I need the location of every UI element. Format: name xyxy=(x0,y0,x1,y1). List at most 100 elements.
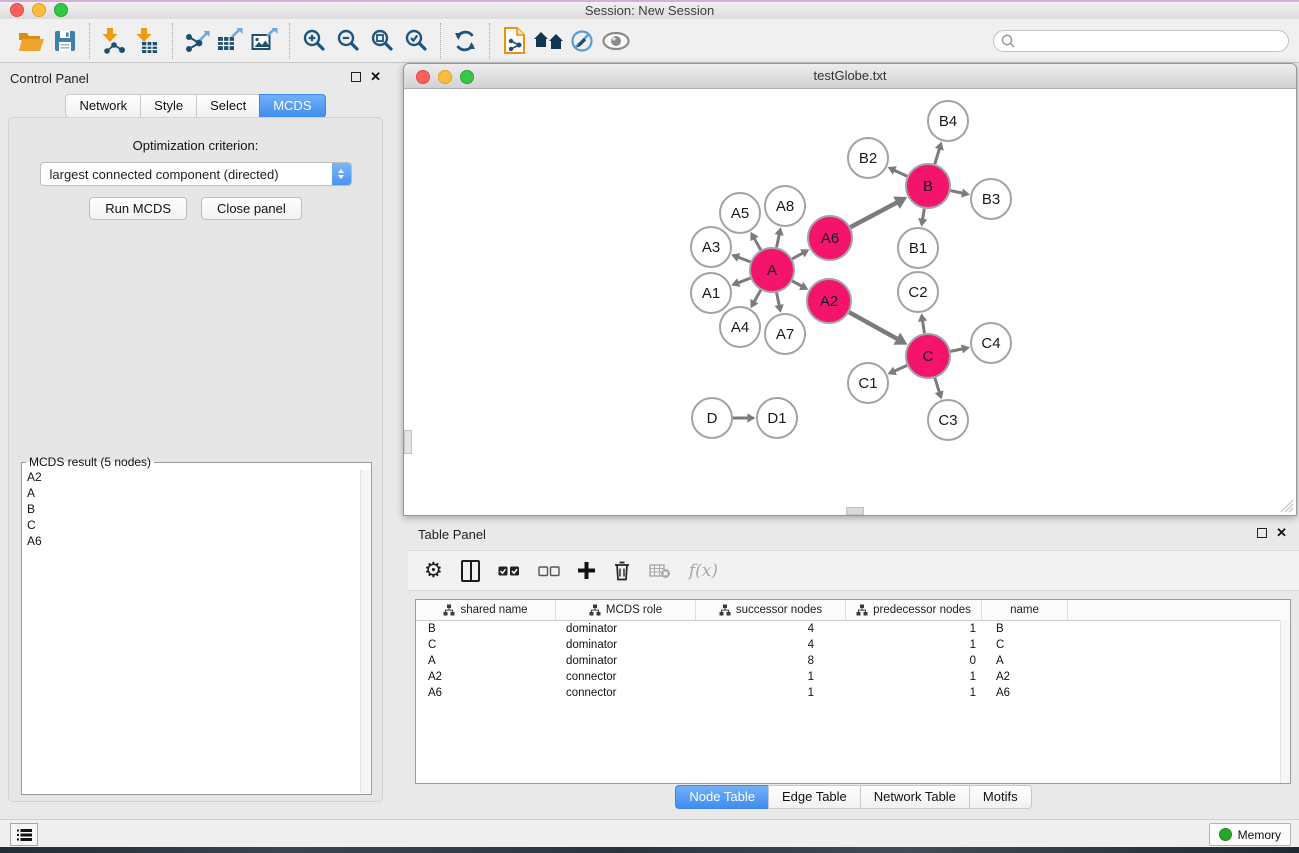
toolbar-separator xyxy=(172,23,173,59)
export-table-icon[interactable] xyxy=(214,24,248,58)
unselect-all-icon[interactable] xyxy=(538,556,560,586)
tab-motifs[interactable]: Motifs xyxy=(969,785,1032,809)
tab-edge-table[interactable]: Edge Table xyxy=(768,785,861,809)
minimize-traffic-light[interactable] xyxy=(32,3,46,17)
close-panel-icon[interactable]: ✕ xyxy=(370,72,381,82)
graph-edge-A-A8[interactable] xyxy=(777,234,780,247)
close-panel-button[interactable]: Close panel xyxy=(201,197,302,220)
tab-node-table[interactable]: Node Table xyxy=(675,785,769,809)
open-file-icon[interactable] xyxy=(14,24,48,58)
graph-edge-B-B1[interactable] xyxy=(923,209,925,220)
zoom-fit-icon[interactable] xyxy=(365,24,399,58)
task-list-icon xyxy=(17,829,32,841)
mcds-result-item[interactable]: A2 xyxy=(22,469,361,485)
zoom-selected-icon[interactable] xyxy=(399,24,433,58)
window-edge-handle[interactable] xyxy=(846,507,864,515)
network-canvas[interactable]: B4B2BB3A5A8A6A3B1AA1C2A2A4A7C4CC1DD1C3 xyxy=(404,89,1296,515)
graph-edge-C-C2[interactable] xyxy=(922,320,924,333)
graph-edge-B-B2[interactable] xyxy=(894,170,907,176)
import-table-icon[interactable] xyxy=(131,24,165,58)
graph-edge-C-C4[interactable] xyxy=(951,349,963,352)
search-field[interactable] xyxy=(1016,31,1288,51)
edge-arrowhead xyxy=(775,227,784,236)
graph-edge-B-B4[interactable] xyxy=(935,148,940,164)
window-edge-handle[interactable] xyxy=(404,430,412,454)
mcds-result-item[interactable]: B xyxy=(22,501,361,517)
graph-edge-A-A3[interactable] xyxy=(738,257,751,262)
export-image-icon[interactable] xyxy=(248,24,282,58)
table-header-row: shared name MCDS role successor nodes pr… xyxy=(416,600,1290,621)
list-scrollbar[interactable] xyxy=(360,470,370,793)
graph-edge-A-A2[interactable] xyxy=(792,281,802,286)
zoom-out-icon[interactable] xyxy=(331,24,365,58)
close-traffic-light[interactable] xyxy=(10,3,24,17)
zoom-in-icon[interactable] xyxy=(297,24,331,58)
show-columns-icon[interactable] xyxy=(461,556,480,586)
memory-status-icon xyxy=(1219,828,1232,841)
mcds-result-item[interactable]: A xyxy=(22,485,361,501)
refresh-layout-icon[interactable] xyxy=(448,24,482,58)
tab-network-table[interactable]: Network Table xyxy=(860,785,970,809)
add-row-icon[interactable] xyxy=(578,556,595,586)
graph-edge-A-A6[interactable] xyxy=(792,253,803,259)
graph-edge-A-A7[interactable] xyxy=(777,293,780,306)
table-settings-icon[interactable]: ⚙ xyxy=(424,556,443,586)
column-header-shared-name[interactable]: shared name xyxy=(416,600,556,620)
mcds-result-item[interactable]: C xyxy=(22,517,361,533)
float-panel-icon[interactable] xyxy=(351,72,361,82)
import-network-icon[interactable] xyxy=(97,24,131,58)
search-input[interactable] xyxy=(993,30,1289,52)
tab-style[interactable]: Style xyxy=(140,94,197,118)
mcds-result-list[interactable]: A2ABCA6 xyxy=(22,469,361,794)
show-graphics-details-icon[interactable] xyxy=(599,24,633,58)
network-window-titlebar[interactable]: testGlobe.txt xyxy=(404,64,1296,89)
run-mcds-button[interactable]: Run MCDS xyxy=(89,197,187,220)
column-header-mcds-role[interactable]: MCDS role xyxy=(556,600,696,620)
graph-edge-C-C3[interactable] xyxy=(935,378,940,393)
clone-network-icon[interactable] xyxy=(497,24,531,58)
graph-edge-A-A1[interactable] xyxy=(738,278,751,283)
float-panel-icon[interactable] xyxy=(1257,528,1267,538)
app-titlebar: Session: New Session xyxy=(0,2,1299,19)
minimize-traffic-light[interactable] xyxy=(438,70,452,84)
select-all-icon[interactable] xyxy=(498,556,520,586)
network-window-controls[interactable] xyxy=(416,70,474,84)
table-row[interactable]: A2connector11A2 xyxy=(416,669,1290,685)
table-scrollbar[interactable] xyxy=(1280,620,1290,783)
close-panel-icon[interactable]: ✕ xyxy=(1276,528,1287,538)
network-graph[interactable]: B4B2BB3A5A8A6A3B1AA1C2A2A4A7C4CC1DD1C3 xyxy=(404,89,1296,516)
tab-select[interactable]: Select xyxy=(196,94,260,118)
control-panel: Control Panel ✕ Network Style Select MCD… xyxy=(0,63,391,812)
graph-edge-A-A5[interactable] xyxy=(754,238,761,250)
table-row[interactable]: Cdominator41C xyxy=(416,637,1290,653)
mcds-result-item[interactable]: A6 xyxy=(22,533,361,549)
zoom-traffic-light[interactable] xyxy=(460,70,474,84)
home-networks-icon[interactable] xyxy=(531,24,565,58)
save-session-icon[interactable] xyxy=(48,24,82,58)
table-row[interactable]: Bdominator41B xyxy=(416,621,1290,637)
table-row[interactable]: A6connector11A6 xyxy=(416,685,1290,701)
window-controls[interactable] xyxy=(10,3,68,17)
table-row[interactable]: Adominator80A xyxy=(416,653,1290,669)
tab-network[interactable]: Network xyxy=(65,94,141,118)
column-header-name[interactable]: name xyxy=(982,600,1068,620)
optimization-criterion-select[interactable]: largest connected component (directed) xyxy=(40,162,352,186)
delete-rows-icon[interactable] xyxy=(613,556,631,586)
close-traffic-light[interactable] xyxy=(416,70,430,84)
export-network-icon[interactable] xyxy=(180,24,214,58)
column-header-successor-nodes[interactable]: successor nodes xyxy=(696,600,846,620)
hide-annotations-icon[interactable] xyxy=(565,24,599,58)
graph-edge-C-C1[interactable] xyxy=(894,365,907,371)
resize-grip-icon[interactable] xyxy=(1281,500,1294,513)
column-header-predecessor-nodes[interactable]: predecessor nodes xyxy=(846,600,982,620)
graph-node-label: B3 xyxy=(982,191,1000,208)
tab-mcds[interactable]: MCDS xyxy=(259,94,325,118)
graph-edge-B-B3[interactable] xyxy=(951,191,963,194)
zoom-traffic-light[interactable] xyxy=(54,3,68,17)
edge-arrowhead xyxy=(775,304,784,313)
graph-edge-A-A4[interactable] xyxy=(754,290,761,302)
memory-button[interactable]: Memory xyxy=(1209,823,1291,846)
graph-edge-A6-B[interactable] xyxy=(850,202,897,227)
task-history-button[interactable] xyxy=(10,823,38,846)
graph-edge-A2-C[interactable] xyxy=(849,312,898,339)
